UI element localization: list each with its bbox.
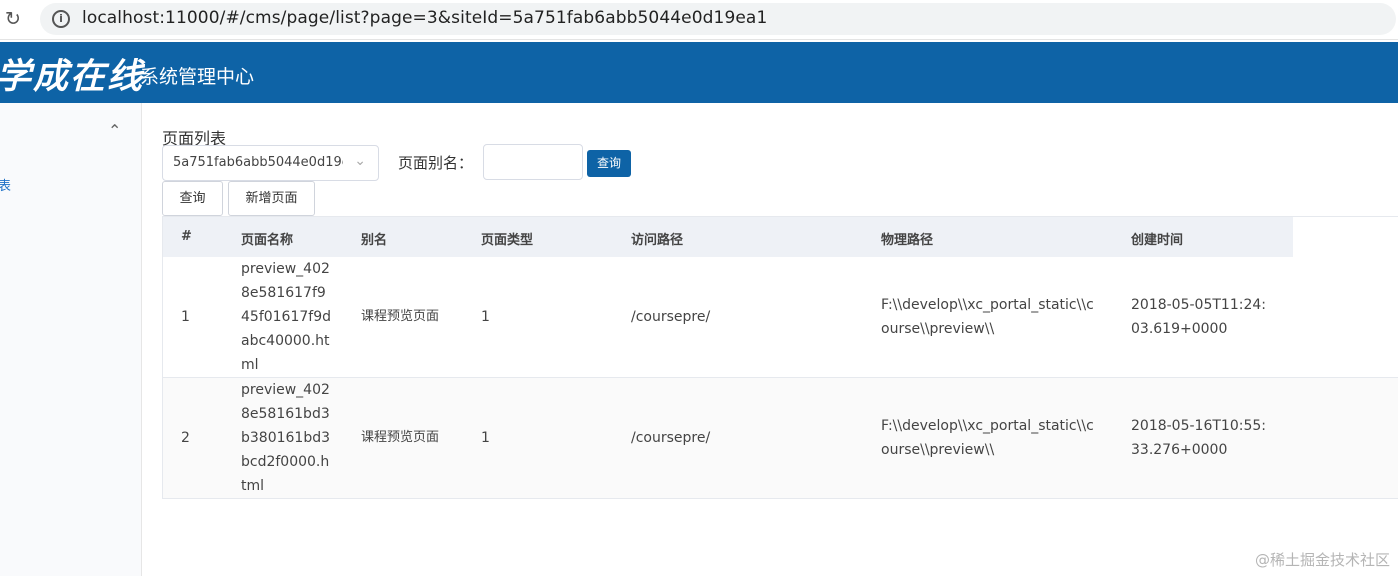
- table-row[interactable]: 2 preview_4028e58161bd3b380161bd3bcd2f00…: [163, 378, 1398, 499]
- browser-toolbar: ↻ i localhost:11000/#/cms/page/list?page…: [0, 0, 1398, 40]
- sidebar: ⌃ 表: [0, 103, 142, 576]
- reload-icon[interactable]: ↻: [2, 8, 24, 30]
- column-header-type: 页面类型: [481, 233, 534, 248]
- cell-web-path: /coursepre/: [631, 430, 711, 446]
- address-url[interactable]: localhost:11000/#/cms/page/list?page=3&s…: [82, 8, 767, 28]
- cell-alias: 课程预览页面: [361, 309, 440, 324]
- column-header-created: 创建时间: [1131, 233, 1184, 248]
- table-row[interactable]: 1 preview_4028e581617f945f01617f9dabc400…: [163, 257, 1398, 378]
- cell-created: 2018-05-05T11:24:03.619+0000: [1131, 297, 1266, 337]
- watermark: @稀土掘金技术社区: [1254, 551, 1390, 569]
- search-button[interactable]: 查询: [587, 150, 631, 177]
- system-title: 系统管理中心: [140, 66, 255, 88]
- add-page-button[interactable]: 新增页面: [228, 181, 315, 216]
- alias-input[interactable]: [483, 144, 583, 180]
- table-header: # 页面名称 别名 页面类型 访问路径 物理路径 创建时间: [163, 217, 1293, 257]
- cell-index: 2: [181, 430, 190, 446]
- cell-web-path: /coursepre/: [631, 309, 711, 325]
- chevron-down-icon: ⌄: [354, 153, 366, 169]
- cell-name: preview_4028e58161bd3b380161bd3bcd2f0000…: [241, 382, 331, 494]
- app-header: 学成在线 系统管理中心: [0, 42, 1398, 103]
- column-header-alias: 别名: [361, 233, 388, 248]
- query-button[interactable]: 查询: [162, 181, 223, 216]
- column-header-physical-path: 物理路径: [881, 233, 934, 248]
- main-content: 页面列表 5a751fab6abb5044e0d19ea1 ⌄ 页面别名： 查询…: [142, 103, 1398, 576]
- column-header-index: #: [181, 229, 192, 244]
- cell-physical-path: F:\\develop\\xc_portal_static\\course\\p…: [881, 297, 1094, 337]
- alias-label: 页面别名：: [398, 154, 474, 172]
- site-select-value: 5a751fab6abb5044e0d19ea1: [173, 155, 343, 170]
- chevron-up-icon[interactable]: ⌃: [108, 121, 122, 140]
- app-logo: 学成在线: [0, 56, 145, 97]
- cell-name: preview_4028e581617f945f01617f9dabc40000…: [241, 261, 332, 373]
- column-header-web-path: 访问路径: [631, 233, 684, 248]
- sidebar-item-page-list[interactable]: 表: [0, 175, 11, 194]
- cell-index: 1: [181, 309, 190, 325]
- cell-alias: 课程预览页面: [361, 430, 440, 445]
- cell-type: 1: [481, 309, 490, 325]
- info-icon[interactable]: i: [52, 10, 70, 28]
- column-header-name: 页面名称: [241, 233, 294, 248]
- cell-physical-path: F:\\develop\\xc_portal_static\\course\\p…: [881, 418, 1094, 458]
- cell-type: 1: [481, 430, 490, 446]
- address-bar[interactable]: i localhost:11000/#/cms/page/list?page=3…: [40, 3, 1396, 35]
- site-select[interactable]: 5a751fab6abb5044e0d19ea1 ⌄: [162, 145, 379, 181]
- page-table: # 页面名称 别名 页面类型 访问路径 物理路径 创建时间 1 preview_…: [162, 216, 1398, 499]
- cell-created: 2018-05-16T10:55:33.276+0000: [1131, 418, 1266, 458]
